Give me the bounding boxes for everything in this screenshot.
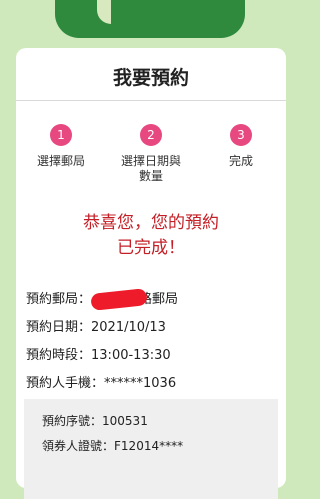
recipient-id-value: F12014****: [114, 439, 184, 453]
phone-label: 預約人手機：: [26, 376, 105, 391]
serial-value: 100531: [102, 414, 148, 428]
step-number-badge: 1: [50, 124, 72, 146]
leaf-logo-icon: [97, 0, 111, 24]
time-slot-value: 13:00-13:30: [91, 348, 171, 363]
recipient-id-row: 領券人證號：F12014****: [42, 437, 183, 454]
phone-value: ******1036: [104, 376, 177, 391]
step-number-badge: 2: [140, 124, 162, 146]
receipt-box: 預約序號：100531 領券人證號：F12014****: [24, 399, 278, 499]
phone-row: 預約人手機：******1036: [26, 372, 176, 391]
success-message-line2: 已完成！: [117, 238, 185, 258]
serial-label: 預約序號：: [42, 414, 103, 428]
serial-row: 預約序號：100531: [42, 412, 148, 429]
recipient-id-label: 領券人證號：: [42, 439, 115, 453]
step-label: 選擇日期與數量: [120, 154, 181, 183]
step-label: 選擇郵局: [36, 154, 85, 168]
date-label: 預約日期：: [26, 320, 92, 335]
booking-card: 我要預約 1 選擇郵局 2 選擇日期與數量 3 完成 恭喜您，您的預約 已完成！…: [16, 48, 286, 499]
success-message: 恭喜您，您的預約 已完成！: [16, 211, 286, 261]
post-office-label: 預約郵局：: [26, 292, 92, 307]
date-row: 預約日期：2021/10/13: [26, 316, 166, 335]
step-complete: 3 完成: [196, 124, 286, 169]
success-message-line1: 恭喜您，您的預約: [83, 213, 219, 233]
time-slot-label: 預約時段：: [26, 348, 92, 363]
step-select-date-quantity: 2 選擇日期與數量: [106, 124, 196, 184]
step-label: 完成: [228, 154, 253, 168]
page-title: 我要預約: [112, 67, 189, 89]
redaction-mark: [90, 288, 148, 311]
title-divider: [16, 100, 286, 101]
step-number-badge: 3: [230, 124, 252, 146]
date-value: 2021/10/13: [91, 320, 166, 335]
step-select-post-office: 1 選擇郵局: [16, 124, 106, 169]
time-slot-row: 預約時段：13:00-13:30: [26, 344, 171, 363]
post-office-row: 預約郵局： 路郵局: [26, 288, 178, 311]
top-banner: [55, 0, 245, 38]
